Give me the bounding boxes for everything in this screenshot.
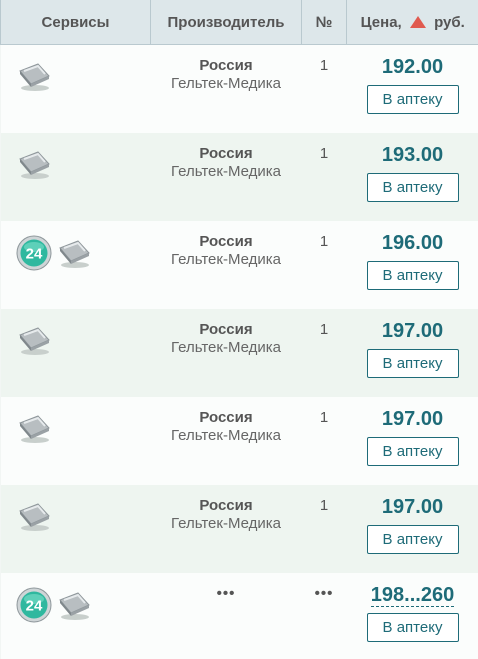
manufacturer-cell: Россия Гельтек-Медика [151,485,302,573]
price-value: 192.00 [381,56,444,78]
pharmacy-offers-table: Сервисы Производитель № Цена, руб. Росси… [0,0,478,659]
table-row: 24 Россия Гельтек-Медика 1 196.00 В аптеку [0,220,478,309]
to-pharmacy-button[interactable]: В аптеку [366,348,459,378]
price-value: 197.00 [381,407,444,430]
services-cell: 24 [1,221,151,309]
manufacturer-label: Гельтек-Медика [170,338,281,356]
number-cell: ••• [302,573,347,659]
price-value: 197.00 [381,495,444,518]
price-cell: 197.00 В аптеку [347,309,478,397]
manufacturer-cell: Россия Гельтек-Медика [151,45,302,133]
number-cell: 1 [319,496,329,514]
number-cell: 1 [319,57,329,74]
price-cell: 198...260 В аптеку [347,573,478,659]
price-cell: 192.00 В аптеку [347,45,478,133]
services-cell [1,309,151,397]
pill-pack-icon[interactable] [16,323,52,362]
manufacturer-cell: Россия Гельтек-Медика [151,309,302,397]
to-pharmacy-button[interactable]: В аптеку [366,172,459,202]
to-pharmacy-button[interactable]: В аптеку [366,612,459,642]
price-cell: 193.00 В аптеку [347,133,478,221]
pill-pack-icon[interactable] [16,499,52,538]
manufacturer-label: Гельтек-Медика [170,514,281,532]
pill-pack-icon[interactable] [16,411,52,450]
svg-text:24: 24 [25,597,42,614]
number-cell: 1 [319,320,329,338]
to-pharmacy-button[interactable]: В аптеку [366,436,459,466]
24-hours-badge-icon[interactable]: 24 [16,235,52,276]
services-cell [1,485,151,573]
24-hours-badge-icon[interactable]: 24 [16,587,52,628]
price-cell: 197.00 В аптеку [347,397,478,485]
header-price-label: Цена, [360,13,402,31]
manufacturer-label: Гельтек-Медика [170,75,281,92]
services-cell: 24 [1,573,151,659]
header-price[interactable]: Цена, руб. [346,0,478,45]
price-cell: 196.00 В аптеку [347,221,478,309]
header-manufacturer[interactable]: Производитель [150,0,302,45]
more-manufacturers-dots: ••• [216,584,236,602]
country-label: Россия [199,57,253,74]
price-cell: 197.00 В аптеку [347,485,478,573]
services-cell [1,133,151,221]
price-value: 196.00 [381,231,444,254]
table-header-row: Сервисы Производитель № Цена, руб. [0,0,478,45]
more-numbers-dots: ••• [314,584,334,602]
to-pharmacy-button[interactable]: В аптеку [366,85,459,114]
header-price-currency: руб. [434,13,465,31]
manufacturer-cell: ••• [151,573,302,659]
table-row: Россия Гельтек-Медика 1 197.00 В аптеку [0,308,478,397]
price-value: 197.00 [381,319,444,342]
pill-pack-icon[interactable] [16,147,52,186]
number-cell: 1 [319,144,329,162]
country-label: Россия [199,496,253,514]
summary-row[interactable]: 24 ••• ••• 198...260 В аптеку [0,572,478,659]
to-pharmacy-button[interactable]: В аптеку [366,260,459,290]
table-row: Россия Гельтек-Медика 1 197.00 В аптеку [0,396,478,485]
header-number[interactable]: № [301,0,347,45]
country-label: Россия [199,320,253,338]
price-range-link[interactable]: 198...260 [370,584,455,607]
services-cell [1,45,151,133]
to-pharmacy-button[interactable]: В аптеку [366,524,459,554]
svg-text:24: 24 [25,245,42,262]
table-row: Россия Гельтек-Медика 1 193.00 В аптеку [0,132,478,221]
manufacturer-label: Гельтек-Медика [170,250,281,268]
services-cell [1,397,151,485]
number-cell: 1 [319,408,329,426]
sort-ascending-triangle-icon[interactable] [409,15,426,28]
manufacturer-label: Гельтек-Медика [170,426,281,444]
pill-pack-icon[interactable] [56,588,92,627]
manufacturer-cell: Россия Гельтек-Медика [151,133,302,221]
manufacturer-cell: Россия Гельтек-Медика [151,221,302,309]
price-value: 193.00 [381,143,444,166]
pill-pack-icon[interactable] [56,236,92,275]
country-label: Россия [199,144,253,162]
manufacturer-cell: Россия Гельтек-Медика [151,397,302,485]
manufacturer-label: Гельтек-Медика [170,162,281,180]
number-cell: 1 [319,232,329,250]
table-row: Россия Гельтек-Медика 1 197.00 В аптеку [0,484,478,573]
header-services[interactable]: Сервисы [0,0,151,45]
table-row: Россия Гельтек-Медика 1 192.00 В аптеку [0,44,478,133]
country-label: Россия [199,408,253,426]
pill-pack-icon[interactable] [16,59,52,98]
country-label: Россия [199,232,253,250]
